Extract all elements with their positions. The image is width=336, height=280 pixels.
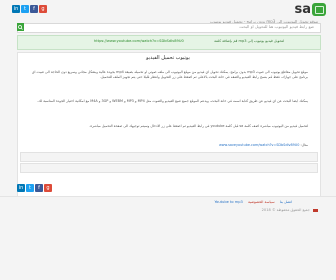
google-plus-icon[interactable]: g — [39, 5, 47, 13]
search-icon — [18, 24, 23, 30]
example-line: مثال: www.saveyoutube.com/watch?v=SDbSdI… — [219, 143, 308, 147]
top-bar — [0, 0, 336, 18]
copyright: جميع الحقوق محفوظة © 2018 — [262, 208, 318, 212]
twitter-icon[interactable]: t — [21, 5, 29, 13]
footer-link-privacy[interactable]: سياسة الخصوصية — [248, 200, 275, 204]
footer-links: اتصل بنا سياسة الخصوصية Youtube to mp3 — [212, 200, 294, 204]
page-title: يوتيوب تحميل الفيديو — [146, 55, 190, 61]
example-url[interactable]: www.saveyoutube.com/watch?v=SDbSdIv89U0 — [219, 143, 299, 147]
paragraph-2: يمكنك ايضا البحث عن اي فيديو عن طريق كتا… — [37, 99, 308, 103]
share-google-plus-icon[interactable]: g — [44, 184, 52, 192]
example-label: مثال: — [300, 143, 308, 147]
linkedin-icon[interactable]: in — [12, 5, 20, 13]
share-facebook-icon[interactable]: f — [35, 184, 43, 192]
footer-link-youtube-mp3[interactable]: Youtube to mp3 — [214, 200, 242, 204]
search-button[interactable] — [17, 23, 24, 31]
ad-box — [20, 152, 318, 162]
flag-icon — [313, 208, 318, 212]
ad-box — [20, 163, 318, 173]
copyright-text: جميع الحقوق محفوظة © 2018 — [261, 208, 310, 212]
search-placeholder: ضع رابط فيديو اليوتيوب هنا للتحويل او ال… — [239, 24, 314, 29]
logo-badge-icon — [312, 2, 326, 16]
paragraph-1: موقع تحويل مقاطع يوتيوب الى صوت mp3 بدون… — [31, 70, 308, 79]
site-logo[interactable]: sa — [294, 1, 326, 17]
share-twitter-icon[interactable]: t — [26, 184, 34, 192]
facebook-icon[interactable]: f — [30, 5, 38, 13]
logo-text: sa — [294, 1, 311, 17]
alert-link[interactable]: https://www.youtube.com/watch?v=SDbSdIv8… — [94, 39, 184, 43]
paragraph-3: لتحميل فيديو من اليوتيوب مباشرة اضف كلمة… — [89, 124, 308, 128]
footer-link-contact[interactable]: اتصل بنا — [280, 200, 292, 204]
share-linkedin-icon[interactable]: in — [17, 184, 25, 192]
alert-text: لتحويل فيديو يوتيوب إلى mp3 قم بإضافة كل… — [214, 39, 284, 43]
